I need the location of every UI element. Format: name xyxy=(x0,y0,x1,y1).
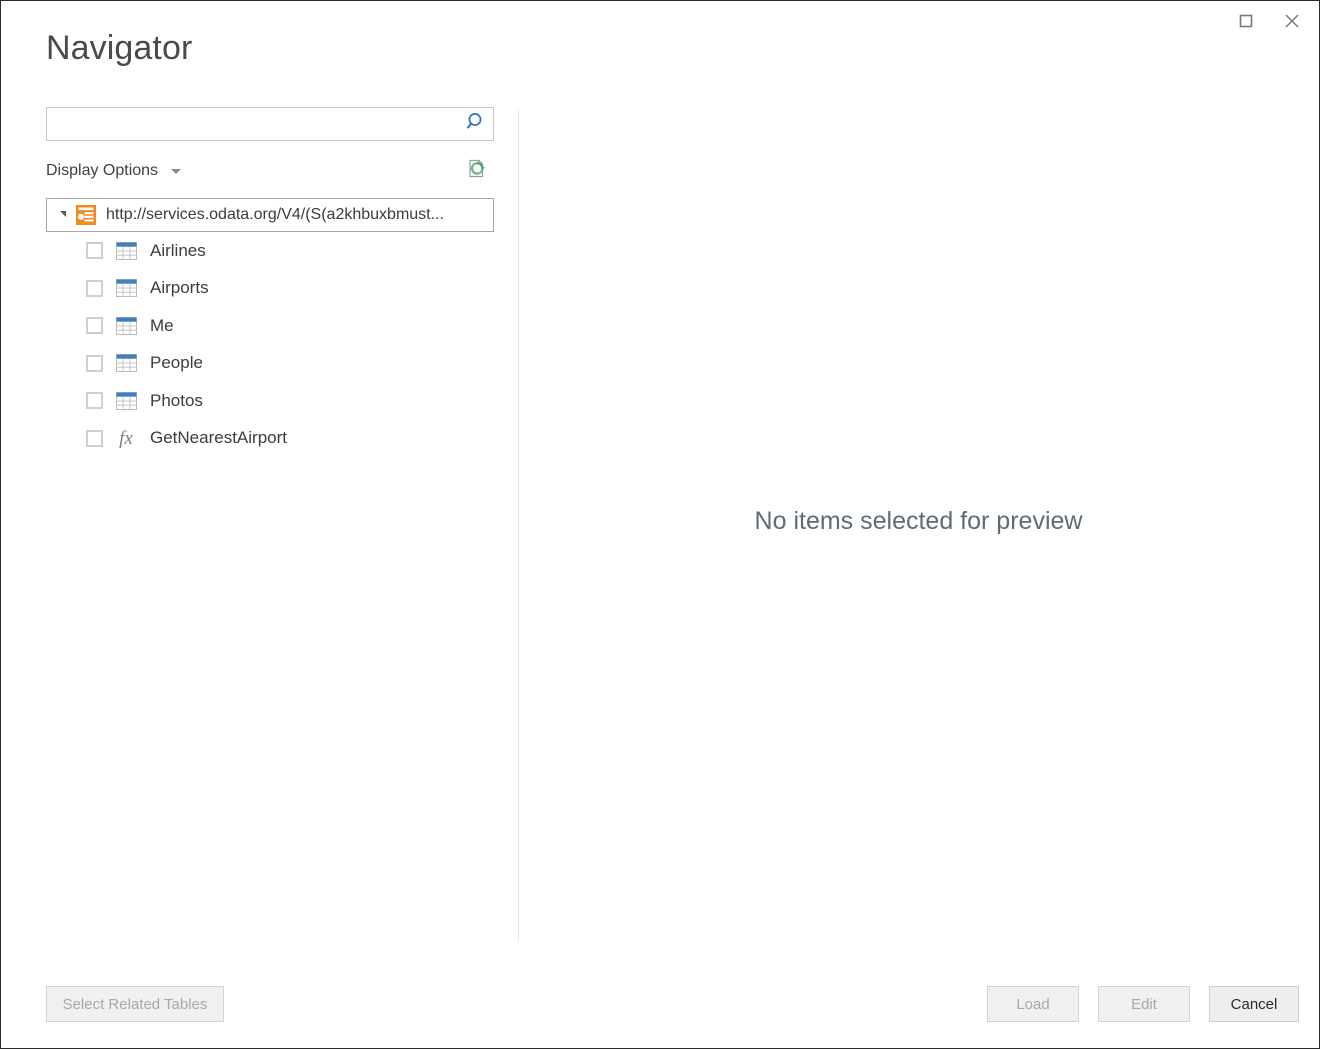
footer-bar: Select Related Tables Load Edit Cancel xyxy=(1,948,1319,1048)
load-button[interactable]: Load xyxy=(987,986,1079,1022)
tree-item-getnearestairport[interactable]: fx GetNearestAirport xyxy=(46,420,496,458)
cancel-button[interactable]: Cancel xyxy=(1209,986,1299,1022)
page-title: Navigator xyxy=(46,27,192,69)
tree-item-checkbox[interactable] xyxy=(86,430,103,447)
left-pane: Display Options xyxy=(46,107,496,457)
select-related-tables-button[interactable]: Select Related Tables xyxy=(46,986,224,1022)
odata-feed-icon xyxy=(75,204,97,226)
tree-item-label: GetNearestAirport xyxy=(150,428,287,448)
tree-item-label: Photos xyxy=(150,391,203,411)
search-button[interactable] xyxy=(455,108,493,140)
tree-root-row[interactable]: http://services.odata.org/V4/(S(a2khbuxb… xyxy=(46,198,494,232)
search-input[interactable] xyxy=(47,109,455,139)
tree-item-label: Airports xyxy=(150,278,209,298)
tree-item-airports[interactable]: Airports xyxy=(46,270,496,308)
edit-button[interactable]: Edit xyxy=(1098,986,1190,1022)
triangle-expanded-icon[interactable] xyxy=(53,212,73,218)
table-icon xyxy=(115,353,137,373)
search-box[interactable] xyxy=(46,107,494,141)
maximize-button[interactable] xyxy=(1223,3,1269,43)
close-button[interactable] xyxy=(1269,3,1315,43)
close-icon xyxy=(1283,12,1301,35)
tree-root-label: http://services.odata.org/V4/(S(a2khbuxb… xyxy=(106,206,444,224)
tree-item-checkbox[interactable] xyxy=(86,355,103,372)
search-icon xyxy=(463,111,485,138)
window-controls xyxy=(1223,3,1315,43)
options-row: Display Options xyxy=(46,158,494,184)
navigator-dialog: Navigator Display Options xyxy=(0,0,1320,1049)
maximize-icon xyxy=(1238,13,1254,34)
display-options-dropdown[interactable]: Display Options xyxy=(46,162,181,180)
tree-item-label: Me xyxy=(150,316,174,336)
function-fx-icon: fx xyxy=(115,428,137,448)
tree-item-photos[interactable]: Photos xyxy=(46,382,496,420)
preview-pane: No items selected for preview xyxy=(519,109,1318,942)
refresh-button[interactable] xyxy=(462,156,492,186)
tree-item-me[interactable]: Me xyxy=(46,307,496,345)
preview-empty-message: No items selected for preview xyxy=(755,507,1083,536)
refresh-page-icon xyxy=(465,157,489,186)
table-icon xyxy=(115,391,137,411)
chevron-down-icon xyxy=(171,169,181,174)
display-options-label: Display Options xyxy=(46,162,158,180)
tree-item-checkbox[interactable] xyxy=(86,317,103,334)
tree-item-checkbox[interactable] xyxy=(86,392,103,409)
tree-item-label: Airlines xyxy=(150,241,206,261)
tree-item-airlines[interactable]: Airlines xyxy=(46,232,496,270)
navigator-tree: http://services.odata.org/V4/(S(a2khbuxb… xyxy=(46,198,496,457)
table-icon xyxy=(115,278,137,298)
table-icon xyxy=(115,316,137,336)
tree-item-checkbox[interactable] xyxy=(86,242,103,259)
tree-item-checkbox[interactable] xyxy=(86,280,103,297)
tree-item-people[interactable]: People xyxy=(46,345,496,383)
table-icon xyxy=(115,241,137,261)
title-bar: Navigator xyxy=(1,1,1319,93)
tree-item-label: People xyxy=(150,353,203,373)
